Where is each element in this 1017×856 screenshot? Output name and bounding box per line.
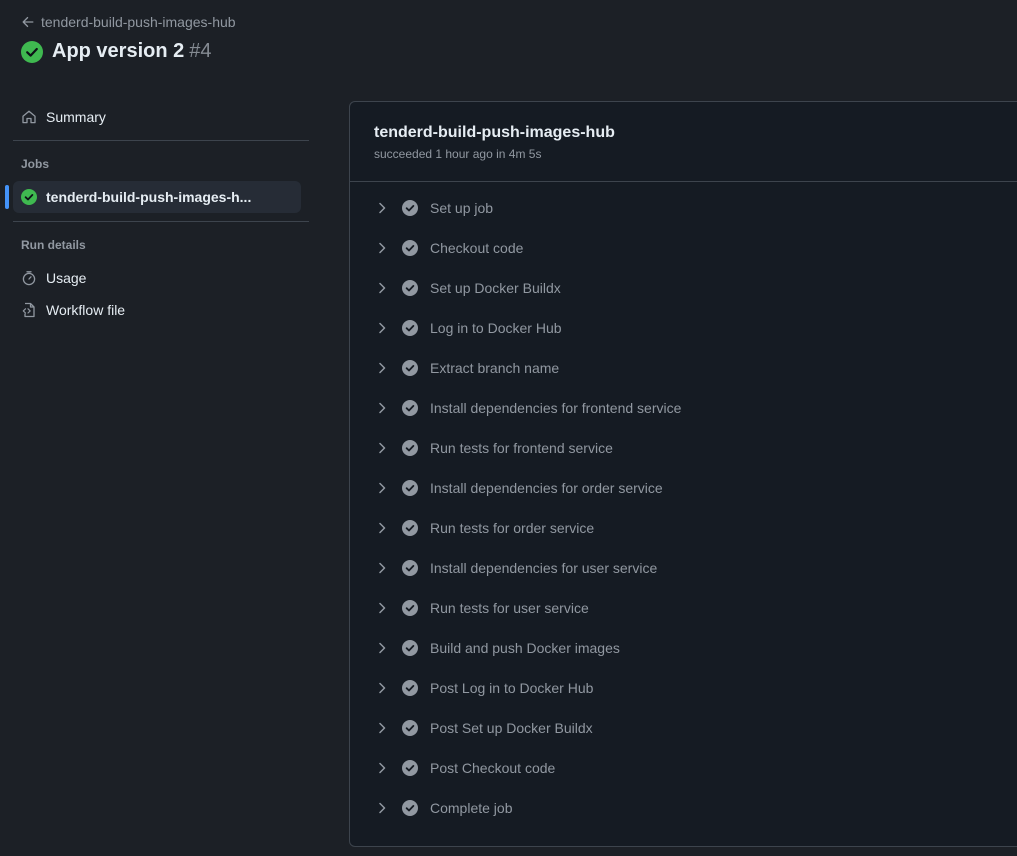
chevron-right-icon xyxy=(379,602,386,614)
page-title: App version 2 #4 xyxy=(21,40,212,63)
step-label: Post Log in to Docker Hub xyxy=(430,680,594,696)
step-label: Post Set up Docker Buildx xyxy=(430,720,593,736)
chevron-right-icon xyxy=(379,322,386,334)
sidebar-item-label: Workflow file xyxy=(46,302,126,318)
step-success-icon xyxy=(402,720,418,736)
step-label: Run tests for user service xyxy=(430,600,589,616)
step-row[interactable]: Run tests for order service xyxy=(350,508,1017,548)
step-success-icon xyxy=(402,280,418,296)
chevron-right-icon xyxy=(379,442,386,454)
chevron-right-icon xyxy=(379,682,386,694)
jobs-heading: Jobs xyxy=(21,157,50,171)
job-panel: tenderd-build-push-images-hub succeeded … xyxy=(349,101,1017,847)
step-row[interactable]: Run tests for user service xyxy=(350,588,1017,628)
step-label: Checkout code xyxy=(430,240,524,256)
step-row[interactable]: Log in to Docker Hub xyxy=(350,308,1017,348)
step-row[interactable]: Post Checkout code xyxy=(350,748,1017,788)
active-indicator xyxy=(5,185,9,209)
step-label: Set up Docker Buildx xyxy=(430,280,561,296)
sidebar-item-workflow-file[interactable]: Workflow file xyxy=(13,294,301,326)
step-success-icon xyxy=(402,680,418,696)
workflow-run-page: tenderd-build-push-images-hub App versio… xyxy=(0,0,1017,856)
job-header: tenderd-build-push-images-hub succeeded … xyxy=(350,102,1017,182)
step-row[interactable]: Set up job xyxy=(350,188,1017,228)
step-label: Install dependencies for order service xyxy=(430,480,663,496)
step-row[interactable]: Build and push Docker images xyxy=(350,628,1017,668)
step-label: Install dependencies for frontend servic… xyxy=(430,400,682,416)
step-row[interactable]: Set up Docker Buildx xyxy=(350,268,1017,308)
file-code-icon xyxy=(22,302,35,318)
sidebar-item-usage[interactable]: Usage xyxy=(13,262,301,294)
sidebar-item-label: Usage xyxy=(46,270,87,286)
step-row[interactable]: Run tests for frontend service xyxy=(350,428,1017,468)
chevron-right-icon xyxy=(379,482,386,494)
chevron-right-icon xyxy=(379,562,386,574)
step-row[interactable]: Install dependencies for frontend servic… xyxy=(350,388,1017,428)
step-success-icon xyxy=(402,400,418,416)
step-success-icon xyxy=(402,560,418,576)
chevron-right-icon xyxy=(379,402,386,414)
step-label: Post Checkout code xyxy=(430,760,556,776)
step-success-icon xyxy=(402,480,418,496)
step-label: Build and push Docker images xyxy=(430,640,620,656)
chevron-right-icon xyxy=(379,242,386,254)
step-label: Extract branch name xyxy=(430,360,560,376)
home-icon xyxy=(22,110,36,124)
step-label: Complete job xyxy=(430,800,513,816)
step-success-icon xyxy=(402,440,418,456)
step-success-icon xyxy=(402,600,418,616)
step-row[interactable]: Post Log in to Docker Hub xyxy=(350,668,1017,708)
back-link-label: tenderd-build-push-images-hub xyxy=(41,14,236,30)
chevron-right-icon xyxy=(379,722,386,734)
step-label: Run tests for order service xyxy=(430,520,595,536)
stopwatch-icon xyxy=(22,271,36,286)
step-row[interactable]: Install dependencies for user service xyxy=(350,548,1017,588)
run-details-heading: Run details xyxy=(21,238,86,252)
step-row[interactable]: Install dependencies for order service xyxy=(350,468,1017,508)
sidebar-item-label: Summary xyxy=(46,109,106,125)
arrow-left-icon xyxy=(22,16,34,28)
chevron-right-icon xyxy=(379,522,386,534)
step-success-icon xyxy=(402,320,418,336)
chevron-right-icon xyxy=(379,642,386,654)
divider xyxy=(13,140,309,141)
chevron-right-icon xyxy=(379,362,386,374)
step-row[interactable]: Complete job xyxy=(350,788,1017,828)
steps-list: Set up job Checkout code Set up Docker Bui… xyxy=(350,182,1017,828)
step-success-icon xyxy=(402,360,418,376)
chevron-right-icon xyxy=(379,202,386,214)
chevron-right-icon xyxy=(379,802,386,814)
back-link[interactable]: tenderd-build-push-images-hub xyxy=(21,14,236,30)
step-label: Set up job xyxy=(430,200,494,216)
sidebar-item-summary[interactable]: Summary xyxy=(13,101,301,133)
step-success-icon xyxy=(402,760,418,776)
sidebar-item-job[interactable]: tenderd-build-push-images-h... xyxy=(5,181,301,213)
step-success-icon xyxy=(402,520,418,536)
step-row[interactable]: Post Set up Docker Buildx xyxy=(350,708,1017,748)
step-success-icon xyxy=(402,240,418,256)
job-status-text: succeeded 1 hour ago in 4m 5s xyxy=(374,147,542,161)
step-row[interactable]: Checkout code xyxy=(350,228,1017,268)
step-label: Install dependencies for user service xyxy=(430,560,658,576)
chevron-right-icon xyxy=(379,762,386,774)
success-check-icon xyxy=(21,40,43,63)
chevron-right-icon xyxy=(379,282,386,294)
step-row[interactable]: Extract branch name xyxy=(350,348,1017,388)
success-check-icon xyxy=(21,189,37,205)
step-label: Run tests for frontend service xyxy=(430,440,613,456)
run-name: App version 2 xyxy=(52,40,185,62)
job-title: tenderd-build-push-images-hub xyxy=(374,124,615,141)
step-label: Log in to Docker Hub xyxy=(430,320,562,336)
step-success-icon xyxy=(402,800,418,816)
step-success-icon xyxy=(402,200,418,216)
run-number: #4 xyxy=(189,40,212,62)
sidebar-item-label: tenderd-build-push-images-h... xyxy=(46,189,252,205)
divider xyxy=(13,221,309,222)
step-success-icon xyxy=(402,640,418,656)
